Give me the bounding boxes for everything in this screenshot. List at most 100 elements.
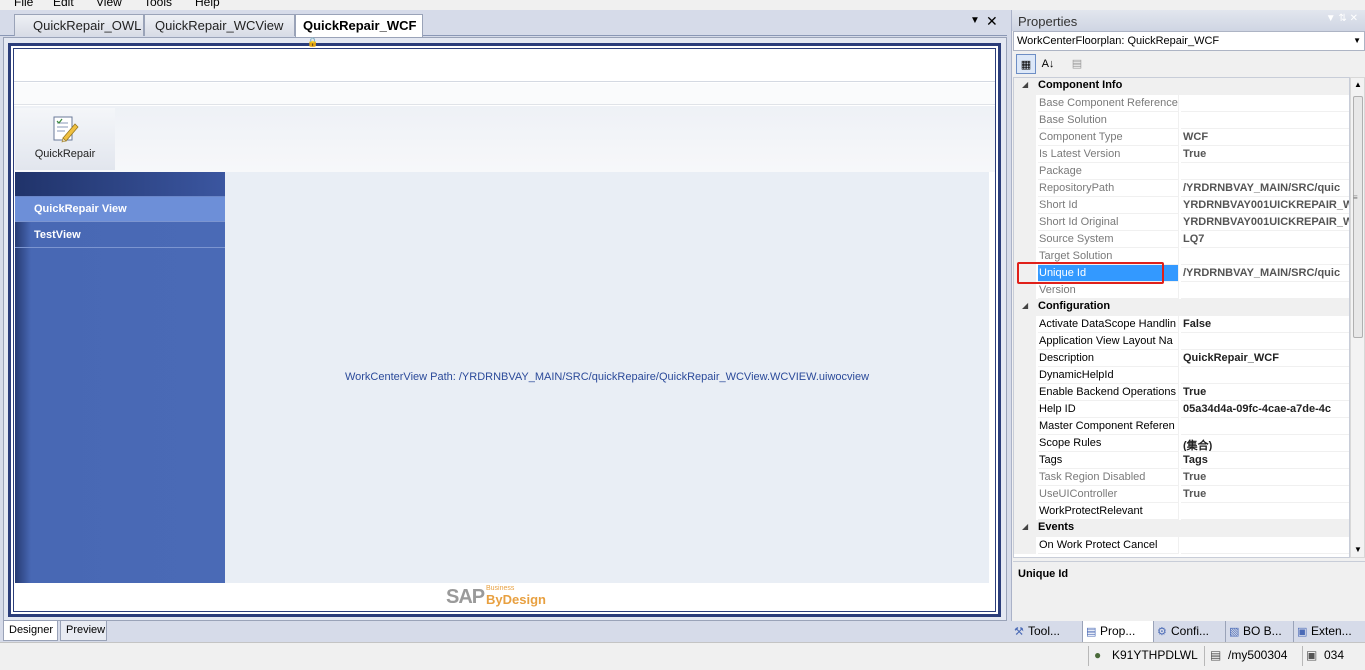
property-row[interactable]: Version [1014, 282, 1349, 299]
property-value[interactable] [1181, 112, 1349, 129]
property-row[interactable]: Master Component Referen [1014, 418, 1349, 435]
property-row[interactable]: Package [1014, 163, 1349, 180]
property-value[interactable] [1181, 95, 1349, 112]
tab-bo-browser[interactable]: ▧ BO B... [1226, 621, 1294, 642]
property-value[interactable] [1181, 503, 1349, 520]
property-name[interactable]: WorkProtectRelevant [1038, 503, 1179, 520]
scrollbar-thumb[interactable] [1353, 96, 1363, 338]
tab-configuration[interactable]: ⚙ Confi... [1154, 621, 1226, 642]
property-row[interactable]: Component Type WCF [1014, 129, 1349, 146]
chevron-down-icon[interactable]: ▼ [970, 15, 980, 26]
property-name[interactable]: Base Solution [1038, 112, 1179, 129]
property-row[interactable]: Target Solution [1014, 248, 1349, 265]
property-value[interactable] [1181, 333, 1349, 350]
object-selector-dropdown[interactable]: WorkCenterFloorplan: QuickRepair_WCF ▼ [1013, 31, 1365, 51]
property-row[interactable]: Short Id Original YRDRNBVAY001UICKREPAIR_… [1014, 214, 1349, 231]
property-value[interactable]: 05a34d4a-09fc-4cae-a7de-4c [1181, 401, 1349, 418]
property-value[interactable]: /YRDRNBVAY_MAIN/SRC/quic [1181, 265, 1349, 282]
property-value[interactable]: True [1181, 486, 1349, 503]
property-row[interactable]: On Work Protect Cancel [1014, 537, 1349, 554]
collapse-triangle-icon[interactable]: ◢ [1022, 301, 1028, 310]
property-name[interactable]: Master Component Referen [1038, 418, 1179, 435]
property-name[interactable]: Is Latest Version [1038, 146, 1179, 163]
property-name[interactable]: Source System [1038, 231, 1179, 248]
menu-view[interactable]: View [96, 0, 122, 9]
property-row[interactable]: Scope Rules (集合) [1014, 435, 1349, 452]
property-row[interactable]: Activate DataScope Handlin False [1014, 316, 1349, 333]
property-name[interactable]: On Work Protect Cancel [1038, 537, 1179, 554]
property-value[interactable]: YRDRNBVAY001UICKREPAIR_W [1181, 197, 1349, 214]
property-row[interactable]: DynamicHelpId [1014, 367, 1349, 384]
collapse-triangle-icon[interactable]: ◢ [1022, 80, 1028, 89]
property-name[interactable]: Package [1038, 163, 1179, 180]
property-row[interactable]: Unique Id/YRDRNBVAY_MAIN/SRC/quic [1014, 265, 1349, 282]
property-name[interactable]: Component Type [1038, 129, 1179, 146]
property-value[interactable] [1181, 537, 1349, 554]
property-category[interactable]: ◢ Events [1014, 520, 1349, 537]
property-name[interactable]: UseUIController [1038, 486, 1179, 503]
app-tile-quickrepair[interactable]: QuickRepair [15, 108, 115, 170]
property-row[interactable]: UseUIController True [1014, 486, 1349, 503]
property-name[interactable]: Short Id Original [1038, 214, 1179, 231]
property-name[interactable]: Task Region Disabled [1038, 469, 1179, 486]
property-name[interactable]: Target Solution [1038, 248, 1179, 265]
property-value[interactable] [1181, 248, 1349, 265]
collapse-triangle-icon[interactable]: ◢ [1022, 522, 1028, 531]
tab-properties[interactable]: ▤ Prop... [1083, 621, 1154, 642]
property-name[interactable]: Scope Rules [1038, 435, 1179, 452]
nav-item-quickrepair-view[interactable]: QuickRepair View [15, 197, 225, 222]
doc-tab-quickrepair-wcf[interactable]: QuickRepair_WCF 🔒 [295, 14, 423, 47]
property-grid-scrollbar[interactable]: ▲ ≡ ▼ [1350, 77, 1365, 558]
property-name[interactable]: Tags [1038, 452, 1179, 469]
property-value[interactable]: /YRDRNBVAY_MAIN/SRC/quic [1181, 180, 1349, 197]
property-pages-icon[interactable]: ▤ [1067, 54, 1087, 74]
property-name[interactable]: Description [1038, 350, 1179, 367]
property-value[interactable] [1181, 163, 1349, 180]
tab-designer[interactable]: Designer [3, 621, 58, 641]
pin-icon[interactable]: ⇅ [1338, 13, 1346, 24]
close-icon[interactable]: ✕ [986, 13, 998, 30]
menu-help[interactable]: Help [195, 0, 220, 9]
menu-tools[interactable]: Tools [144, 0, 172, 9]
property-value[interactable]: QuickRepair_WCF [1181, 350, 1349, 367]
property-row[interactable]: RepositoryPath/YRDRNBVAY_MAIN/SRC/quic [1014, 180, 1349, 197]
tab-toolbox[interactable]: ⚒ Tool... [1011, 621, 1083, 642]
property-value[interactable]: WCF [1181, 129, 1349, 146]
property-value[interactable] [1181, 282, 1349, 299]
property-name[interactable]: Application View Layout Na [1038, 333, 1179, 350]
property-value[interactable] [1181, 367, 1349, 384]
scroll-up-icon[interactable]: ▲ [1354, 80, 1362, 89]
menu-file[interactable]: File [14, 0, 33, 9]
property-category[interactable]: ◢ Configuration [1014, 299, 1349, 316]
property-row[interactable]: WorkProtectRelevant [1014, 503, 1349, 520]
categorized-icon[interactable]: ▦ [1016, 54, 1036, 74]
property-row[interactable]: Task Region Disabled True [1014, 469, 1349, 486]
property-value[interactable]: YRDRNBVAY001UICKREPAIR_W [1181, 214, 1349, 231]
tab-preview[interactable]: Preview [60, 621, 107, 641]
tab-extensions[interactable]: ▣ Exten... [1294, 621, 1365, 642]
property-row[interactable]: Application View Layout Na [1014, 333, 1349, 350]
chevron-down-icon[interactable]: ▼ [1326, 13, 1336, 24]
property-row[interactable]: Is Latest Version True [1014, 146, 1349, 163]
property-name[interactable]: Short Id [1038, 197, 1179, 214]
property-category[interactable]: ◢ Component Info [1014, 78, 1349, 95]
property-value[interactable]: (集合) [1181, 435, 1349, 452]
nav-item-testview[interactable]: TestView [15, 223, 225, 248]
property-name[interactable]: Version [1038, 282, 1179, 299]
property-name[interactable]: DynamicHelpId [1038, 367, 1179, 384]
property-row[interactable]: Source System LQ7 [1014, 231, 1349, 248]
property-value[interactable]: True [1181, 469, 1349, 486]
property-row[interactable]: Base Solution [1014, 112, 1349, 129]
property-name[interactable]: Unique Id [1038, 265, 1179, 282]
property-value[interactable]: True [1181, 384, 1349, 401]
property-value[interactable]: False [1181, 316, 1349, 333]
doc-tab-quickrepair-owl[interactable]: QuickRepair_OWL [14, 14, 144, 36]
property-row[interactable]: Base Component Reference [1014, 95, 1349, 112]
property-name[interactable]: RepositoryPath [1038, 180, 1179, 197]
close-icon[interactable]: ✕ [1350, 13, 1358, 24]
property-name[interactable]: Base Component Reference [1038, 95, 1179, 112]
property-row[interactable]: Tags Tags [1014, 452, 1349, 469]
alphabetical-icon[interactable]: A↓ [1038, 54, 1058, 74]
menu-edit[interactable]: Edit [53, 0, 74, 9]
property-row[interactable]: Description QuickRepair_WCF [1014, 350, 1349, 367]
